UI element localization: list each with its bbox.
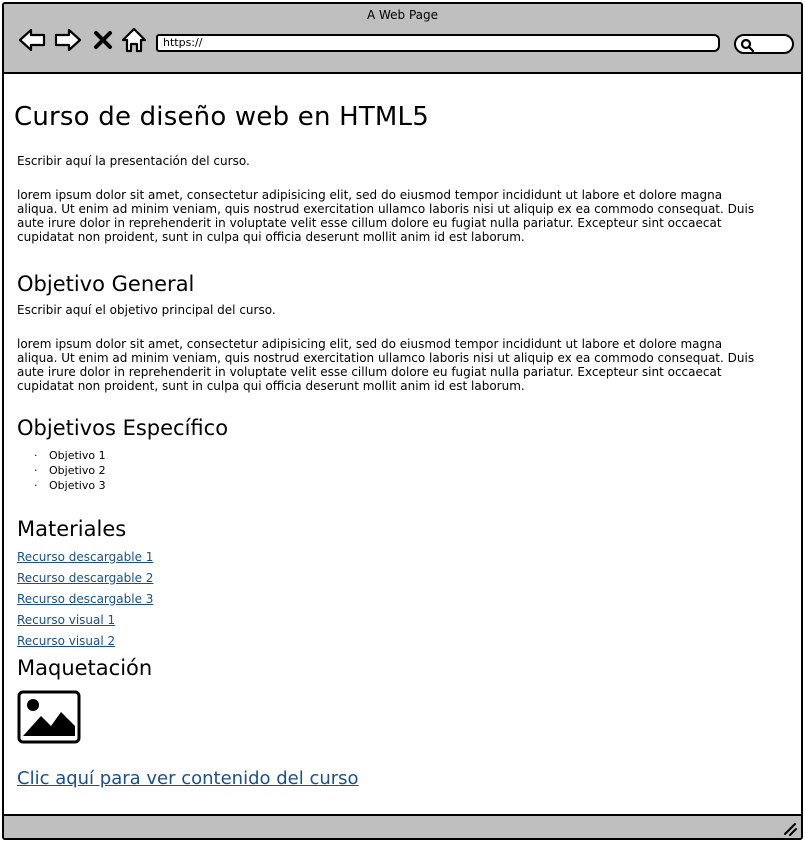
page-content: Curso de diseño web en HTML5 Escribir aq… [4, 76, 801, 816]
resize-handle[interactable] [781, 820, 797, 836]
page-title: Curso de diseño web en HTML5 [14, 102, 429, 132]
materials-link-3[interactable]: Recurso descargable 3 [17, 592, 153, 606]
browser-toolbar: A Web Page https:// [4, 4, 801, 74]
materials-link-4[interactable]: Recurso visual 1 [17, 613, 115, 627]
list-item: Objetivo 1 [34, 448, 106, 463]
general-objective-body: lorem ipsum dolor sit amet, consectetur … [17, 337, 755, 393]
materials-heading: Materiales [17, 517, 127, 541]
list-item: Objetivo 2 [34, 463, 106, 478]
address-bar[interactable]: https:// [156, 34, 720, 52]
status-bar [4, 814, 801, 838]
image-icon [17, 690, 81, 744]
forward-button[interactable] [54, 26, 82, 54]
window-title: A Web Page [366, 8, 439, 22]
intro-body: lorem ipsum dolor sit amet, consectetur … [17, 188, 755, 244]
stop-button[interactable] [92, 26, 114, 54]
intro-text: Escribir aquí la presentación del curso. [17, 154, 250, 168]
specific-objectives-list: Objetivo 1 Objetivo 2 Objetivo 3 [34, 448, 106, 493]
course-content-link[interactable]: Clic aquí para ver contenido del curso [17, 768, 359, 789]
home-icon [121, 27, 147, 53]
home-button[interactable] [120, 26, 148, 54]
layout-heading: Maquetación [17, 656, 153, 680]
close-icon [94, 31, 112, 49]
materials-link-5[interactable]: Recurso visual 2 [17, 634, 115, 648]
arrow-left-icon [18, 28, 46, 52]
list-item: Objetivo 3 [34, 478, 106, 493]
general-objective-text: Escribir aquí el objetivo principal del … [17, 303, 276, 317]
search-icon [740, 38, 754, 52]
image-placeholder [17, 690, 81, 744]
browser-window: A Web Page https:// Curso de diseño web … [2, 2, 803, 840]
resize-grip-icon [784, 823, 797, 836]
back-button[interactable] [18, 26, 46, 54]
general-objective-heading: Objetivo General [17, 272, 195, 296]
specific-objectives-heading: Objetivos Específico [17, 416, 229, 440]
arrow-right-icon [54, 28, 82, 52]
search-button[interactable] [734, 34, 794, 54]
materials-link-2[interactable]: Recurso descargable 2 [17, 571, 153, 585]
materials-link-1[interactable]: Recurso descargable 1 [17, 550, 153, 564]
